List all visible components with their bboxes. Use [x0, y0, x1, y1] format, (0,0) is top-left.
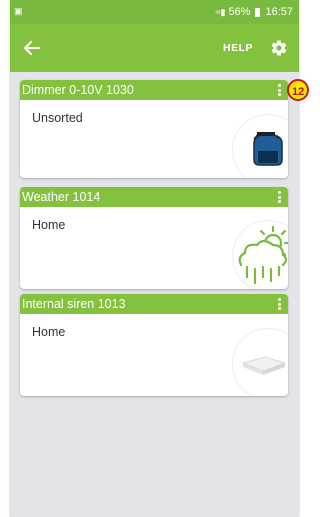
- siren-device-icon: [241, 356, 287, 375]
- device-card-header: Dimmer 0-10V 1030: [20, 80, 288, 100]
- device-icon-circle: [232, 220, 288, 289]
- app-bar: HELP: [10, 24, 299, 72]
- notification-badge[interactable]: 12: [287, 79, 309, 101]
- device-room: Home: [32, 218, 66, 232]
- more-vert-icon[interactable]: [278, 191, 282, 204]
- device-card[interactable]: Weather 1014 Home: [20, 187, 288, 289]
- image-icon: ▣: [14, 6, 23, 16]
- clock-time: 16:57: [265, 6, 293, 18]
- device-room: Home: [32, 325, 66, 339]
- device-card-header: Weather 1014: [20, 187, 288, 207]
- device-name: Internal siren 1013: [22, 297, 126, 311]
- weather-cloud-sun-rain-icon: [238, 225, 288, 285]
- help-button[interactable]: HELP: [223, 42, 253, 54]
- battery-percent: 56%: [228, 6, 251, 18]
- back-arrow-icon[interactable]: [22, 38, 42, 58]
- device-card-header: Internal siren 1013: [20, 294, 288, 314]
- device-icon-circle: [232, 328, 288, 396]
- device-name: Dimmer 0-10V 1030: [22, 83, 134, 97]
- device-icon-circle: [232, 114, 288, 178]
- more-vert-icon[interactable]: [278, 298, 282, 311]
- dimmer-module-icon: [253, 132, 283, 166]
- device-card[interactable]: Dimmer 0-10V 1030 Unsorted: [20, 80, 288, 178]
- device-card[interactable]: Internal siren 1013 Home: [20, 294, 288, 396]
- status-bar: ▣ ≈▮ 56% 16:57: [10, 0, 299, 24]
- phone-screen: ▣ ≈▮ 56% 16:57 HELP Dimmer 0-10V 1030 Un…: [10, 0, 299, 517]
- status-indicators: ≈▮ 56% 16:57: [216, 6, 293, 18]
- device-name: Weather 1014: [22, 190, 101, 204]
- gear-icon[interactable]: [270, 39, 288, 57]
- battery-icon: [255, 7, 261, 17]
- device-room: Unsorted: [32, 111, 83, 125]
- more-vert-icon[interactable]: [278, 84, 282, 97]
- wifi-signal-icon: ≈▮: [215, 6, 226, 17]
